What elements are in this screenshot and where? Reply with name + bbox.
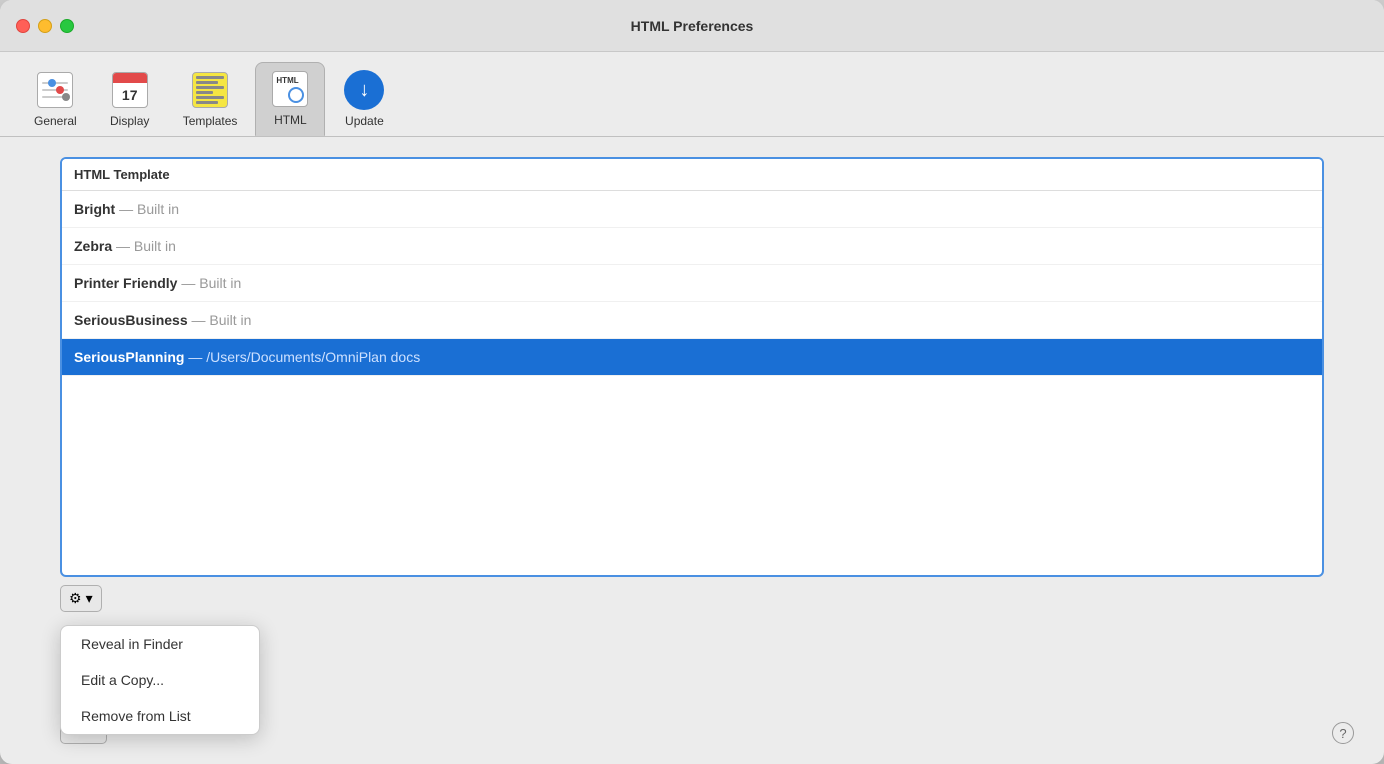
context-menu-item-edit[interactable]: Edit a Copy... [61,662,259,698]
help-button[interactable]: ? [1332,722,1354,744]
maximize-button[interactable] [60,19,74,33]
traffic-lights [16,19,74,33]
row-suffix-selected: — /Users/Documents/OmniPlan docs [188,349,420,365]
row-suffix: — Built in [116,238,176,254]
content-area: HTML Template Bright — Built in Zebra — … [0,137,1384,764]
context-menu-item-reveal[interactable]: Reveal in Finder [61,626,259,662]
row-suffix: — Built in [181,275,241,291]
tab-update[interactable]: ↓ Update [329,64,399,136]
tab-display-label: Display [110,114,149,128]
template-list: HTML Template Bright — Built in Zebra — … [60,157,1324,577]
gear-button[interactable]: ⚙ ▾ [60,585,102,612]
row-suffix: — Built in [119,201,179,217]
row-suffix: — Built in [192,312,252,328]
row-name-selected: SeriousPlanning [74,349,184,365]
gear-icon: ⚙ [69,590,82,607]
context-menu-item-remove[interactable]: Remove from List [61,698,259,734]
row-name: Bright [74,201,115,217]
tab-html[interactable]: HTML HTML [255,62,325,136]
tab-display[interactable]: 17 Display [95,64,165,136]
minimize-button[interactable] [38,19,52,33]
table-row[interactable]: Bright — Built in [62,191,1322,228]
context-menu: Reveal in Finder Edit a Copy... Remove f… [60,625,260,735]
table-header: HTML Template [62,159,1322,191]
preferences-window: HTML Preferences General [0,0,1384,764]
sliders-icon [35,70,75,110]
tab-templates[interactable]: Templates [169,64,252,136]
table-row-selected[interactable]: SeriousPlanning — /Users/Documents/OmniP… [62,339,1322,376]
tab-html-label: HTML [274,113,307,127]
table-row[interactable]: Printer Friendly — Built in [62,265,1322,302]
download-icon: ↓ [344,70,384,110]
row-name: Printer Friendly [74,275,177,291]
titlebar: HTML Preferences [0,0,1384,52]
table-row[interactable]: Zebra — Built in [62,228,1322,265]
row-name: Zebra [74,238,112,254]
templates-icon [190,70,230,110]
chevron-down-icon: ▾ [86,590,93,607]
row-name: SeriousBusiness [74,312,188,328]
close-button[interactable] [16,19,30,33]
tab-templates-label: Templates [183,114,238,128]
gear-area: ⚙ ▾ Reveal in Finder Edit a Copy... Remo… [60,585,1324,612]
tab-update-label: Update [345,114,384,128]
tab-general-label: General [34,114,77,128]
tab-general[interactable]: General [20,64,91,136]
table-row[interactable]: SeriousBusiness — Built in [62,302,1322,339]
window-title: HTML Preferences [631,18,754,34]
calendar-icon: 17 [110,70,150,110]
html-icon: HTML [270,69,310,109]
toolbar: General 17 Display [0,52,1384,137]
